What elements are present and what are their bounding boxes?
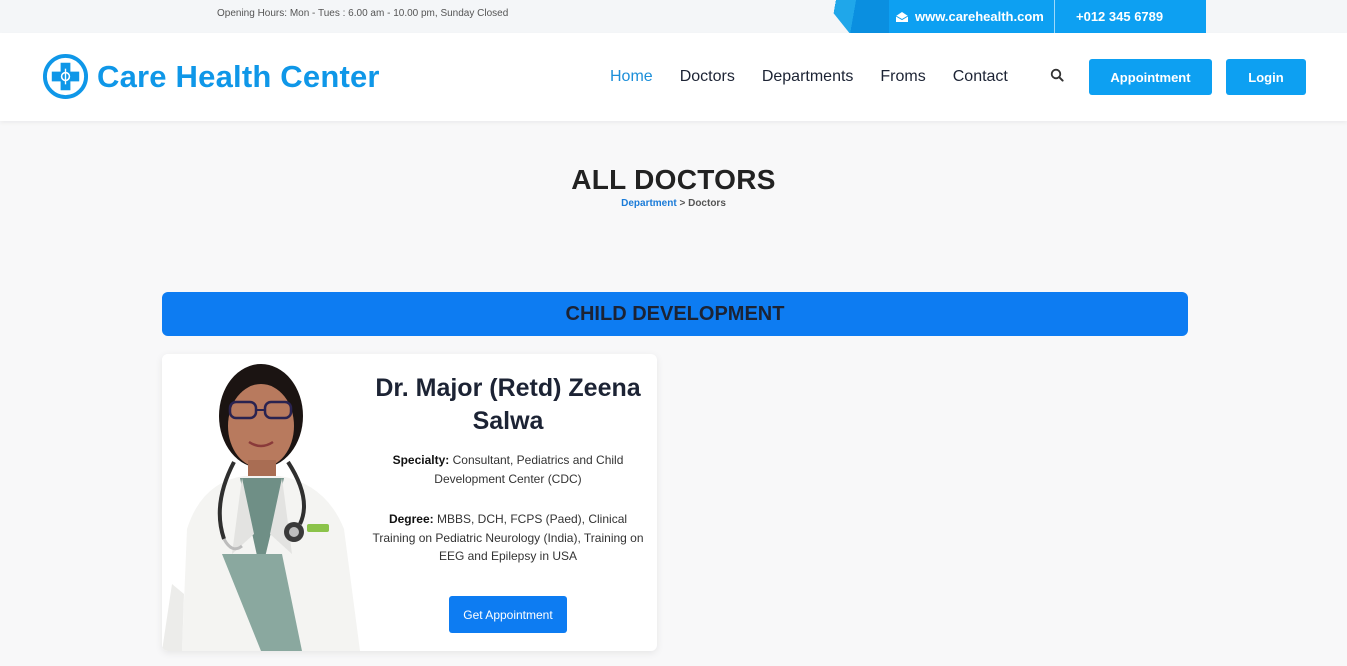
site-header: Care Health Center Home Doctors Departme…	[0, 33, 1347, 121]
site-logo[interactable]: Care Health Center	[42, 53, 380, 100]
doctor-name: Dr. Major (Retd) Zeena Salwa	[375, 374, 641, 435]
email-text: www.carehealth.com	[915, 9, 1044, 24]
specialty-label: Specialty:	[392, 453, 450, 467]
login-button[interactable]: Login	[1226, 59, 1306, 95]
phone-link[interactable]: +012 345 6789	[1076, 0, 1163, 33]
breadcrumb-department[interactable]: Department	[621, 198, 677, 209]
search-icon[interactable]	[1050, 68, 1064, 82]
degree-label: Degree:	[388, 512, 434, 526]
page-title: ALL DOCTORS	[571, 164, 776, 195]
top-bar: Opening Hours: Mon - Tues : 6.00 am - 10…	[0, 0, 1347, 33]
opening-hours: Opening Hours: Mon - Tues : 6.00 am - 10…	[217, 8, 509, 19]
main-nav: Home Doctors Departments Froms Contact	[610, 33, 1035, 121]
email-link[interactable]: www.carehealth.com	[895, 0, 1054, 33]
doctor-degree: Degree: MBBS, DCH, FCPS (Paed), Clinical…	[372, 510, 644, 566]
doctor-card: Dr. Major (Retd) Zeena Salwa Specialty: …	[162, 354, 657, 651]
specialty-value: Consultant, Pediatrics and Child Develop…	[434, 453, 624, 486]
logo-text: Care Health Center	[97, 58, 380, 94]
envelope-icon	[895, 11, 909, 22]
appointment-button[interactable]: Appointment	[1089, 59, 1212, 95]
breadcrumb-current: Doctors	[688, 198, 726, 209]
nav-departments[interactable]: Departments	[762, 68, 854, 86]
nav-froms[interactable]: Froms	[880, 68, 925, 86]
medical-cross-icon	[42, 53, 89, 100]
nav-contact[interactable]: Contact	[953, 68, 1008, 86]
breadcrumb: Department > Doctors	[0, 198, 1347, 209]
divider	[1054, 0, 1055, 33]
nav-doctors[interactable]: Doctors	[680, 68, 735, 86]
doctor-photo	[162, 354, 362, 651]
doctor-specialty: Specialty: Consultant, Pediatrics and Ch…	[372, 451, 644, 488]
get-appointment-button[interactable]: Get Appointment	[449, 596, 567, 633]
department-heading: CHILD DEVELOPMENT	[162, 292, 1188, 336]
breadcrumb-separator: >	[676, 198, 689, 209]
nav-home[interactable]: Home	[610, 68, 653, 86]
